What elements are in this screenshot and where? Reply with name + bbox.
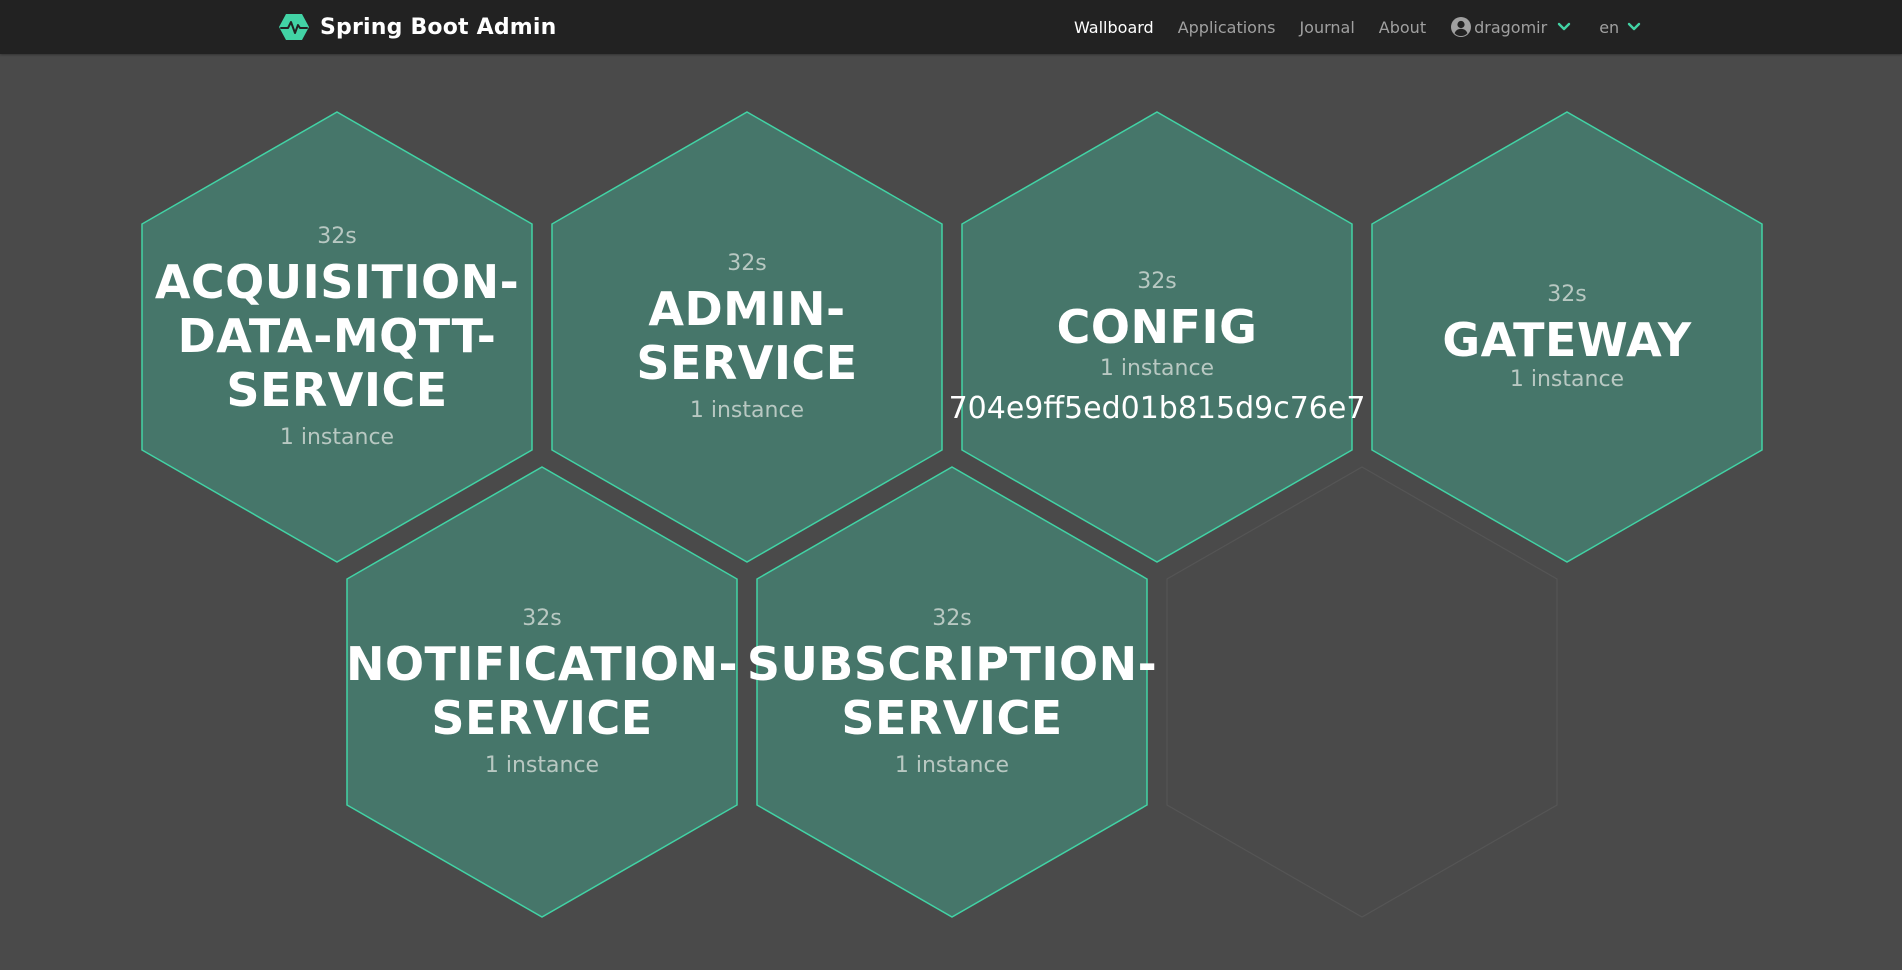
- hex-instance-count: 1 instance: [894, 753, 1010, 778]
- chevron-down-icon: [1627, 22, 1641, 31]
- wallboard: 32s ACQUISITION- DATA-MQTT- SERVICE 1 in…: [0, 54, 1902, 970]
- nav-journal[interactable]: Journal: [1299, 18, 1354, 37]
- application-hex[interactable]: 32s SUBSCRIPTION- SERVICE 1 instance: [747, 466, 1157, 918]
- language-menu[interactable]: en: [1599, 18, 1641, 37]
- hex-app-name: ACQUISITION- DATA-MQTT- SERVICE: [154, 255, 520, 417]
- application-hex[interactable]: 32s NOTIFICATION- SERVICE 1 instance: [346, 466, 738, 918]
- hex-timestamp: 32s: [1547, 282, 1587, 307]
- main-nav: Wallboard Applications Journal About dra…: [1074, 0, 1641, 54]
- hex-instance-count: 1 instance: [1509, 367, 1625, 392]
- hex-app-name: SUBSCRIPTION- SERVICE: [746, 637, 1158, 745]
- brand-title: Spring Boot Admin: [320, 14, 557, 40]
- empty-hex-placeholder: [1166, 466, 1558, 918]
- hex-instance-count: 1 instance: [279, 425, 395, 450]
- hex-app-name: GATEWAY: [1442, 313, 1692, 367]
- hex-instance-count: 1 instance: [1099, 355, 1215, 381]
- chevron-down-icon: [1557, 22, 1571, 31]
- heartbeat-logo-icon: [279, 14, 309, 40]
- hex-instance-count: 1 instance: [484, 753, 600, 778]
- hex-outline: [1166, 466, 1558, 918]
- nav-applications[interactable]: Applications: [1178, 18, 1276, 37]
- hex-timestamp: 32s: [932, 606, 972, 631]
- hex-timestamp: 32s: [522, 606, 562, 631]
- hex-timestamp: 32s: [1137, 268, 1177, 294]
- language-label: en: [1599, 17, 1620, 37]
- hex-timestamp: 32s: [727, 251, 767, 276]
- user-menu[interactable]: dragomir: [1450, 16, 1571, 38]
- hex-version: 704e9ff5ed01b815d9c76e7: [948, 390, 1366, 426]
- nav-about[interactable]: About: [1379, 18, 1426, 37]
- navbar: Spring Boot Admin Wallboard Applications…: [0, 0, 1902, 54]
- nav-wallboard[interactable]: Wallboard: [1074, 18, 1154, 37]
- brand-link[interactable]: Spring Boot Admin: [278, 11, 557, 43]
- user-avatar-icon: [1451, 17, 1472, 37]
- hex-app-name: NOTIFICATION- SERVICE: [345, 637, 739, 745]
- hex-timestamp: 32s: [317, 224, 357, 249]
- hex-app-name: ADMIN- SERVICE: [636, 282, 858, 390]
- hex-instance-count: 1 instance: [689, 398, 805, 423]
- user-name: dragomir: [1474, 17, 1548, 37]
- hex-app-name: CONFIG: [1056, 299, 1258, 354]
